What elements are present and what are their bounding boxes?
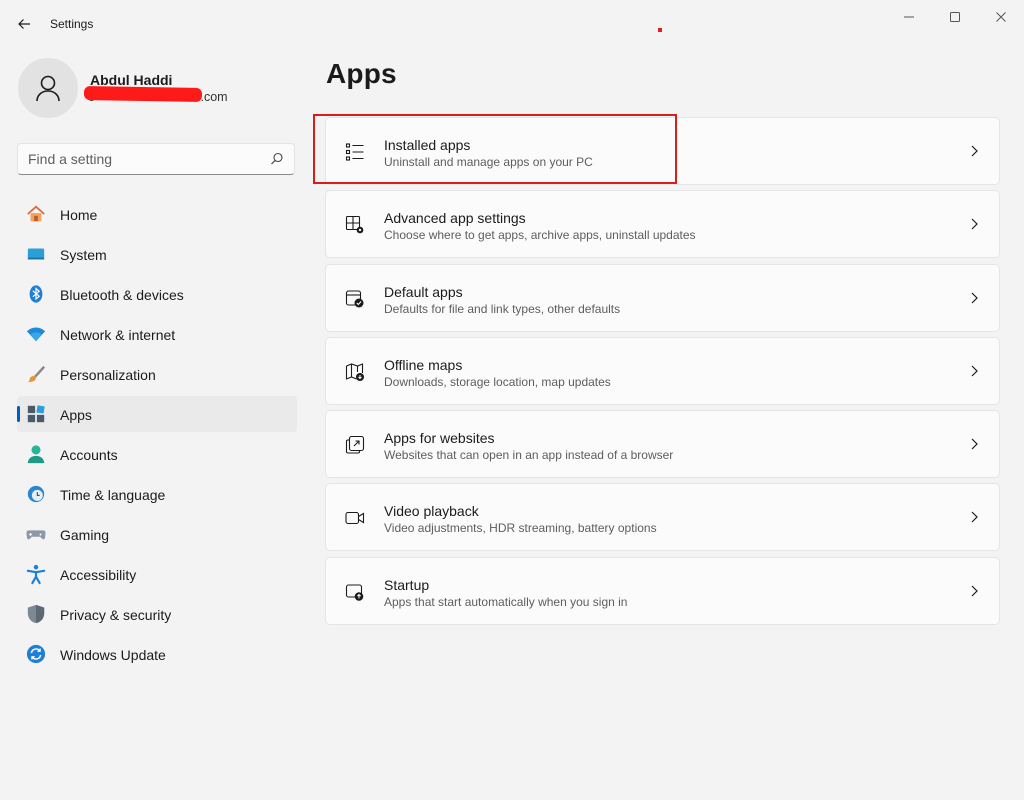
- wifi-icon: [26, 324, 46, 344]
- accessibility-icon: [26, 564, 46, 585]
- settings-window: Settings Abdul Haddi eil.com: [0, 0, 1024, 800]
- apps-for-websites-card[interactable]: Apps for websites Websites that can open…: [325, 410, 1000, 479]
- card-description: Apps that start automatically when you s…: [384, 594, 628, 609]
- clock-globe-icon: [26, 484, 46, 504]
- sidebar-item-label: Time & language: [60, 487, 166, 503]
- maximize-button[interactable]: [932, 4, 978, 30]
- sidebar-nav: Home System Bluetooth & devices Network …: [17, 196, 297, 676]
- accounts-icon: [26, 444, 46, 464]
- video-playback-card[interactable]: Video playback Video adjustments, HDR st…: [325, 483, 1000, 552]
- sidebar-item-label: Windows Update: [60, 647, 166, 663]
- default-apps-icon: [344, 288, 366, 310]
- card-description: Websites that can open in an app instead…: [384, 448, 674, 463]
- search-input[interactable]: [18, 145, 258, 173]
- apps-icon: [26, 404, 46, 424]
- card-title: Video playback: [384, 503, 479, 520]
- red-dot-mark: [658, 28, 662, 32]
- brush-icon: [26, 364, 46, 384]
- sidebar-item-label: Accessibility: [60, 567, 137, 583]
- card-title: Offline maps: [384, 356, 463, 373]
- back-arrow-icon: [18, 19, 30, 29]
- app-settings-icon: [344, 214, 366, 236]
- sidebar-item-accessibility[interactable]: Accessibility: [17, 556, 297, 592]
- sidebar-item-label: Network & internet: [60, 327, 176, 343]
- card-description: Video adjustments, HDR streaming, batter…: [384, 521, 657, 536]
- shield-icon: [26, 604, 46, 624]
- avatar: [18, 58, 78, 118]
- card-description: Downloads, storage location, map updates: [384, 374, 611, 389]
- sidebar-item-network[interactable]: Network & internet: [17, 316, 297, 352]
- chevron-right-icon: [971, 292, 978, 304]
- startup-icon: [344, 581, 366, 603]
- advanced-app-settings-card[interactable]: Advanced app settings Choose where to ge…: [325, 190, 1000, 259]
- sidebar-item-bluetooth[interactable]: Bluetooth & devices: [17, 276, 297, 312]
- list-icon: [344, 141, 366, 163]
- close-icon: [996, 12, 1006, 22]
- sidebar-item-label: Bluetooth & devices: [60, 287, 184, 303]
- card-title: Startup: [384, 576, 430, 593]
- sidebar-item-label: System: [60, 247, 107, 263]
- sidebar-item-personalization[interactable]: Personalization: [17, 356, 297, 392]
- search-icon: [271, 152, 283, 165]
- card-description: Choose where to get apps, archive apps, …: [384, 228, 696, 243]
- sidebar-item-accounts[interactable]: Accounts: [17, 436, 297, 472]
- bluetooth-icon: [26, 284, 46, 304]
- offline-maps-card[interactable]: Offline maps Downloads, storage location…: [325, 336, 1000, 405]
- default-apps-card[interactable]: Default apps Defaults for file and link …: [325, 263, 1000, 332]
- card-title: Advanced app settings: [384, 210, 526, 227]
- card-title: Apps for websites: [384, 430, 495, 447]
- sidebar-item-gaming[interactable]: Gaming: [17, 516, 297, 552]
- sidebar-item-time-language[interactable]: Time & language: [17, 476, 297, 512]
- web-app-icon: [344, 434, 366, 456]
- home-icon: [26, 204, 46, 224]
- sidebar-item-label: Accounts: [60, 447, 118, 463]
- minimize-button[interactable]: [886, 4, 932, 30]
- apps-settings-list: Installed apps Uninstall and manage apps…: [325, 117, 1000, 630]
- sidebar-item-home[interactable]: Home: [17, 196, 297, 232]
- sidebar-item-privacy-security[interactable]: Privacy & security: [17, 596, 297, 632]
- map-icon: [344, 361, 366, 383]
- update-icon: [26, 644, 46, 664]
- chevron-right-icon: [971, 145, 978, 157]
- person-icon: [36, 75, 60, 102]
- card-description: Uninstall and manage apps on your PC: [384, 155, 593, 169]
- search-box[interactable]: [17, 143, 295, 175]
- user-profile[interactable]: Abdul Haddi eil.com: [18, 58, 298, 120]
- sidebar-item-system[interactable]: System: [17, 236, 297, 272]
- email-redaction: [83, 85, 203, 103]
- sidebar-item-label: Personalization: [60, 367, 156, 383]
- card-description: Defaults for file and link types, other …: [384, 301, 621, 316]
- sidebar-item-windows-update[interactable]: Windows Update: [17, 636, 297, 672]
- maximize-icon: [950, 12, 960, 22]
- card-title: Installed apps: [384, 137, 471, 153]
- chevron-right-icon: [971, 585, 978, 597]
- sidebar-item-label: Privacy & security: [60, 607, 172, 623]
- chevron-right-icon: [971, 365, 978, 377]
- app-title: Settings: [50, 17, 94, 31]
- system-icon: [26, 244, 46, 264]
- minimize-icon: [904, 16, 914, 18]
- installed-apps-card[interactable]: Installed apps Uninstall and manage apps…: [325, 117, 1000, 185]
- sidebar-item-label: Gaming: [60, 527, 110, 543]
- gamepad-icon: [26, 524, 46, 544]
- sidebar-item-label: Apps: [60, 407, 92, 423]
- back-button[interactable]: [12, 12, 36, 36]
- card-title: Default apps: [384, 283, 463, 300]
- page-title: Apps: [326, 58, 397, 89]
- close-button[interactable]: [978, 4, 1024, 30]
- sidebar-item-label: Home: [60, 207, 98, 223]
- chevron-right-icon: [971, 438, 978, 450]
- video-icon: [344, 507, 366, 529]
- title-bar: Settings: [0, 0, 1024, 48]
- chevron-right-icon: [971, 218, 978, 230]
- sidebar-item-apps[interactable]: Apps: [17, 396, 297, 432]
- chevron-right-icon: [971, 512, 978, 523]
- startup-card[interactable]: Startup Apps that start automatically wh…: [325, 556, 1000, 625]
